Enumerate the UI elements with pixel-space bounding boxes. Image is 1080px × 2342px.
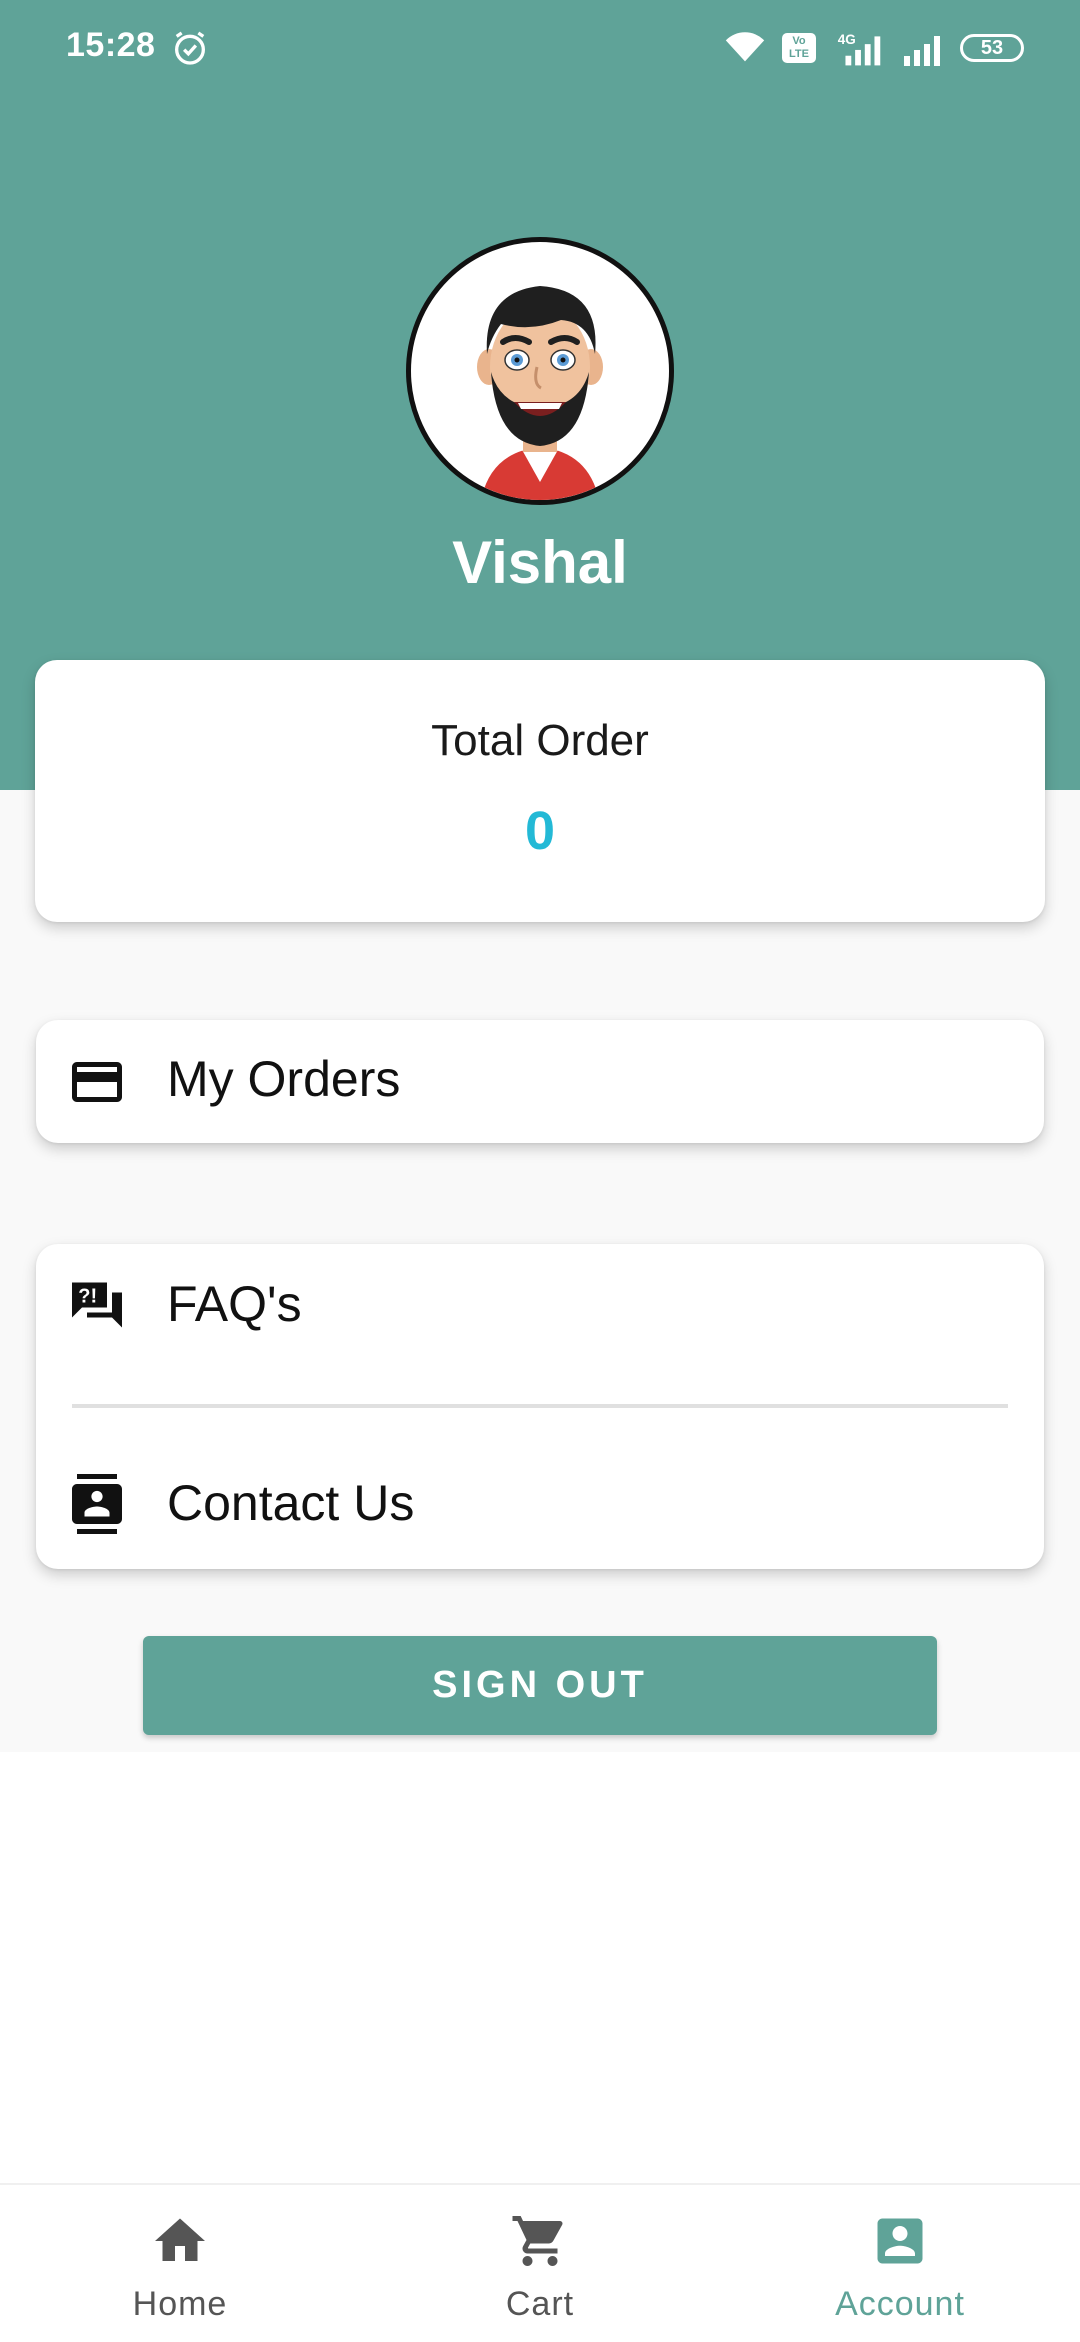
avatar: [406, 237, 674, 505]
sign-out-button[interactable]: SIGN OUT: [143, 1636, 937, 1735]
account-icon: [877, 2218, 923, 2264]
battery-icon: 53: [960, 34, 1024, 62]
status-time: 15:28: [66, 26, 156, 64]
total-order-count: 0: [524, 801, 556, 861]
cart-icon: [512, 2216, 563, 2266]
signal-icon: [904, 36, 940, 66]
faqs-label[interactable]: FAQ's: [167, 1275, 302, 1333]
nav-item-account[interactable]: Account: [720, 2185, 1080, 2342]
nav-item-home[interactable]: Home: [0, 2185, 360, 2342]
my-orders-label[interactable]: My Orders: [167, 1050, 400, 1108]
bottom-navigation: Home Cart Account: [0, 2183, 1080, 2342]
total-order-card: [35, 660, 1045, 922]
wifi-icon: [725, 32, 765, 62]
home-icon: [155, 2218, 205, 2261]
profile-name: Vishal: [452, 529, 628, 596]
svg-text:?!: ?!: [78, 1286, 97, 1308]
svg-text:4G: 4G: [838, 32, 856, 47]
volte-icon: Vo LTE: [782, 33, 816, 63]
avatar-illustration: [477, 286, 603, 500]
contact-icon: [72, 1474, 122, 1534]
total-order-label: Total Order: [431, 716, 649, 765]
nav-label-cart: Cart: [505, 2285, 575, 2323]
signal-4g-icon: 4G: [838, 32, 881, 66]
status-icons: Vo LTE 4G 53: [722, 28, 1024, 68]
faq-icon: ?!: [72, 1282, 122, 1328]
status-bar: 15:28 Vo LTE 4G 53: [0, 0, 1080, 96]
alarm-icon: [175, 31, 205, 65]
nav-label-home: Home: [132, 2285, 228, 2323]
nav-label-account: Account: [835, 2285, 965, 2323]
menu-divider: [72, 1404, 1008, 1408]
credit-card-icon: [72, 1062, 122, 1102]
contact-us-label[interactable]: Contact Us: [167, 1474, 414, 1532]
nav-item-cart[interactable]: Cart: [360, 2185, 720, 2342]
